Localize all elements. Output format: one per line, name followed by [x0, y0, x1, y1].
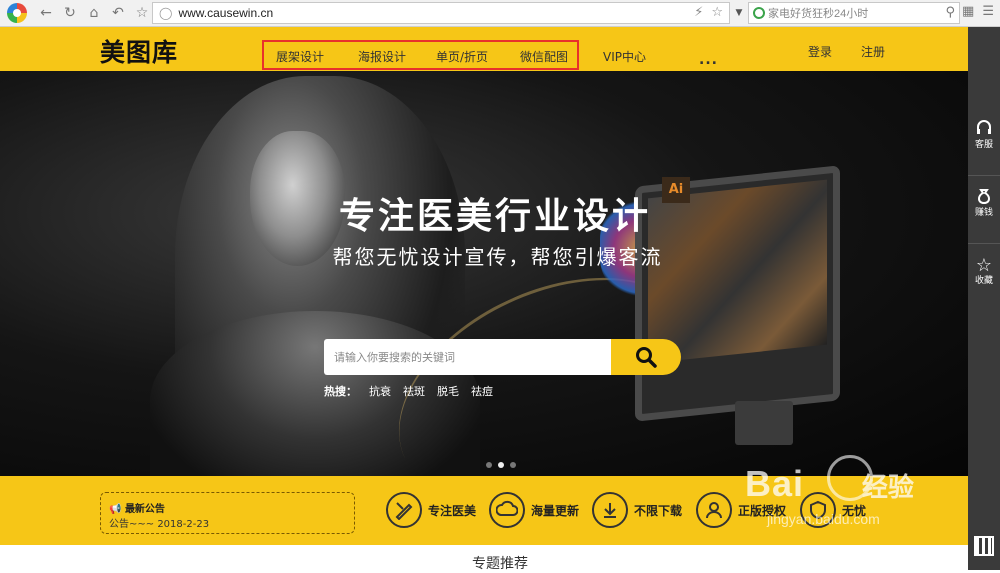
hot-keyword[interactable]: 脱毛 [437, 383, 459, 399]
nav-item-poster[interactable]: 海报设计 [358, 48, 406, 65]
star-outline-icon[interactable]: ☆ [130, 2, 154, 24]
notice-title: 📢 最新公告 [109, 504, 165, 515]
star-icon: ☆ [975, 255, 993, 276]
cloud-sync-icon [489, 492, 525, 528]
headset-icon [977, 120, 991, 134]
site-header: 美图库 展架设计 海报设计 单页/折页 微信配图 VIP中心 ... 登录 注册 [0, 27, 968, 71]
baidu-watermark: Bai 经验 jingyan.baidu.com [745, 455, 914, 527]
paw-icon [827, 455, 873, 501]
carousel-dot[interactable] [486, 462, 492, 468]
hero-banner: Ai 专注医美行业设计 帮您无忧设计宣传，帮您引爆客流 热搜： 抗衰 祛斑 脱毛… [0, 71, 968, 476]
security-shield-icon: ◯ [159, 6, 173, 20]
sidebar-item-favorite[interactable]: ☆ 收藏 [968, 255, 1000, 287]
grid-icon[interactable]: ▦ [962, 4, 974, 19]
lightning-icon[interactable]: ⚡ [694, 5, 703, 20]
nav-item-vip[interactable]: VIP中心 [603, 48, 646, 65]
nav-item-display-rack[interactable]: 展架设计 [276, 48, 324, 65]
sidebar-label: 客服 [974, 140, 993, 150]
nav-item-wechat-image[interactable]: 微信配图 [520, 48, 568, 65]
address-dropdown-icon[interactable]: ▼ [732, 4, 746, 22]
home-icon[interactable]: ⌂ [82, 2, 106, 24]
browser-logo-icon[interactable] [0, 0, 34, 27]
banner-headline: 专注医美行业设计 [338, 196, 651, 237]
carousel-dot-active[interactable] [498, 462, 504, 468]
feature-label: 不限下载 [634, 503, 683, 518]
sidebar-label: 赚钱 [974, 208, 993, 218]
feature-item[interactable]: 不限下载 [592, 492, 682, 528]
search-icon[interactable]: ⚲ [945, 5, 955, 20]
user-icon [696, 492, 732, 528]
notice-box[interactable]: 📢 最新公告 公告~~~ 2018-2-23 [100, 492, 355, 534]
money-bag-icon [978, 189, 990, 205]
site-search-input[interactable] [334, 350, 612, 364]
feature-label: 专注医美 [428, 503, 477, 518]
hot-keyword[interactable]: 抗衰 [369, 383, 391, 399]
watermark-text: Bai [745, 463, 805, 504]
hot-search-label: 热搜： [324, 385, 357, 398]
back-icon[interactable]: ← [34, 2, 58, 24]
sidebar-item-service[interactable]: 客服 [968, 119, 1000, 151]
site-search-button[interactable] [611, 339, 681, 375]
undo-icon[interactable]: ↶ [106, 2, 130, 24]
hot-search: 热搜： 抗衰 祛斑 脱毛 祛痘 [324, 383, 505, 399]
site-logo[interactable]: 美图库 [100, 33, 178, 69]
notice-text: 公告~~~ 2018-2-23 [109, 519, 210, 530]
monitor-stand [735, 401, 793, 445]
download-icon [592, 492, 628, 528]
feature-label: 海量更新 [531, 503, 580, 518]
sidebar-divider [968, 175, 1000, 176]
browser-search-placeholder: 家电好货狂秒24小时 [768, 8, 869, 20]
qr-code-icon[interactable] [974, 536, 994, 556]
bookmark-star-icon[interactable]: ☆ [711, 5, 723, 20]
hot-keyword[interactable]: 祛斑 [403, 383, 425, 399]
pen-ruler-icon [386, 492, 422, 528]
hot-keyword[interactable]: 祛痘 [471, 383, 493, 399]
sidebar-divider [968, 243, 1000, 244]
carousel-dots [486, 462, 516, 468]
address-bar[interactable]: ◯ www.causewin.cn ⚡ ☆ [152, 2, 730, 24]
register-link[interactable]: 注册 [861, 43, 885, 60]
section-title: 专题推荐 [472, 556, 528, 572]
nav-item-leaflet[interactable]: 单页/折页 [436, 48, 488, 65]
site-search-field[interactable] [324, 339, 612, 375]
browser-search-box[interactable]: 家电好货狂秒24小时 ⚲ [748, 2, 960, 24]
megaphone-icon: 📢 [109, 504, 122, 515]
magnifier-icon [636, 347, 657, 368]
right-sidebar: 客服 赚钱 ☆ 收藏 [968, 27, 1000, 570]
menu-icon[interactable]: ☰ [982, 4, 994, 19]
address-url[interactable]: www.causewin.cn [178, 6, 273, 20]
refresh-icon[interactable]: ↻ [58, 2, 82, 24]
carousel-dot[interactable] [510, 462, 516, 468]
sidebar-label: 收藏 [974, 276, 993, 286]
sidebar-item-earn[interactable]: 赚钱 [968, 187, 1000, 219]
login-link[interactable]: 登录 [808, 43, 832, 60]
watermark-url: jingyan.baidu.com [767, 511, 880, 527]
feature-item[interactable]: 专注医美 [386, 492, 476, 528]
feature-item[interactable]: 海量更新 [489, 492, 579, 528]
search-engine-icon[interactable] [753, 7, 765, 19]
banner-subline: 帮您无忧设计宣传，帮您引爆客流 [332, 245, 663, 269]
browser-toolbar: ← ↻ ⌂ ↶ ☆ ◯ www.causewin.cn ⚡ ☆ ▼ 家电好货狂秒… [0, 0, 1000, 27]
topic-section: 专题推荐 [0, 545, 968, 572]
nav-more[interactable]: ... [699, 52, 718, 68]
